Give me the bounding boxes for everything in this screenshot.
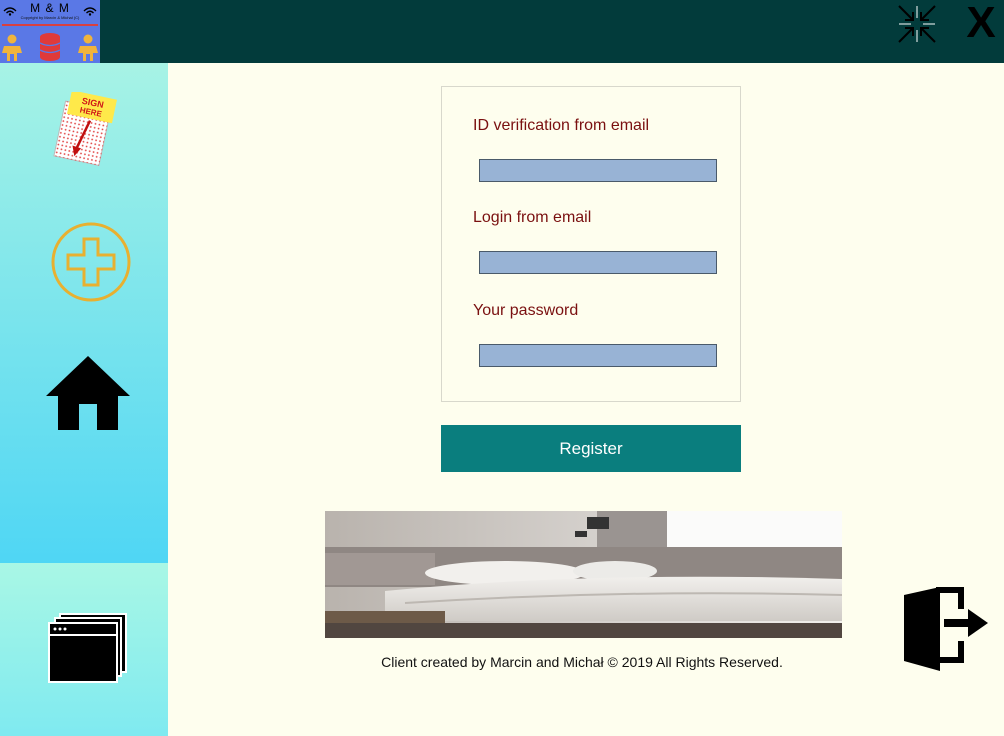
sidebar-item-add[interactable] — [50, 221, 132, 303]
id-verification-input[interactable] — [479, 159, 717, 182]
exit-door-icon — [904, 587, 988, 671]
minimize-button[interactable] — [895, 2, 939, 46]
password-input[interactable] — [479, 344, 717, 367]
id-verification-label: ID verification from email — [473, 117, 650, 134]
shrink-arrows-icon — [898, 5, 936, 43]
close-button[interactable]: X — [958, 0, 1004, 46]
app-logo: M & M Copyright by Marcin & Michał (C) — [0, 0, 100, 63]
sidebar-item-home[interactable] — [44, 356, 132, 432]
login-label: Login from email — [473, 209, 592, 226]
wifi-icon — [83, 7, 97, 16]
title-bar — [0, 0, 1004, 63]
add-circle-icon — [51, 222, 131, 302]
register-button[interactable]: Register — [441, 425, 741, 472]
user-icon — [78, 34, 98, 61]
bedroom-image — [325, 511, 842, 638]
database-icon — [39, 33, 61, 61]
copyright-footer: Client created by Marcin and Michał © 20… — [381, 654, 783, 670]
user-icon — [2, 34, 22, 61]
bedroom-photo — [325, 511, 842, 638]
sign-here-icon: SIGN HERE — [53, 90, 117, 167]
sidebar-item-windows[interactable] — [48, 612, 130, 684]
close-icon: X — [966, 0, 996, 47]
login-input[interactable] — [479, 251, 717, 274]
password-label: Your password — [473, 302, 579, 319]
wifi-icon — [3, 7, 17, 16]
sidebar-item-sign[interactable]: SIGN HERE — [52, 90, 120, 168]
logo-divider — [2, 24, 98, 26]
registration-form: ID verification from email Login from em… — [441, 86, 741, 402]
home-icon — [46, 356, 130, 430]
logout-button[interactable] — [900, 585, 992, 673]
windows-stack-icon — [48, 613, 127, 683]
